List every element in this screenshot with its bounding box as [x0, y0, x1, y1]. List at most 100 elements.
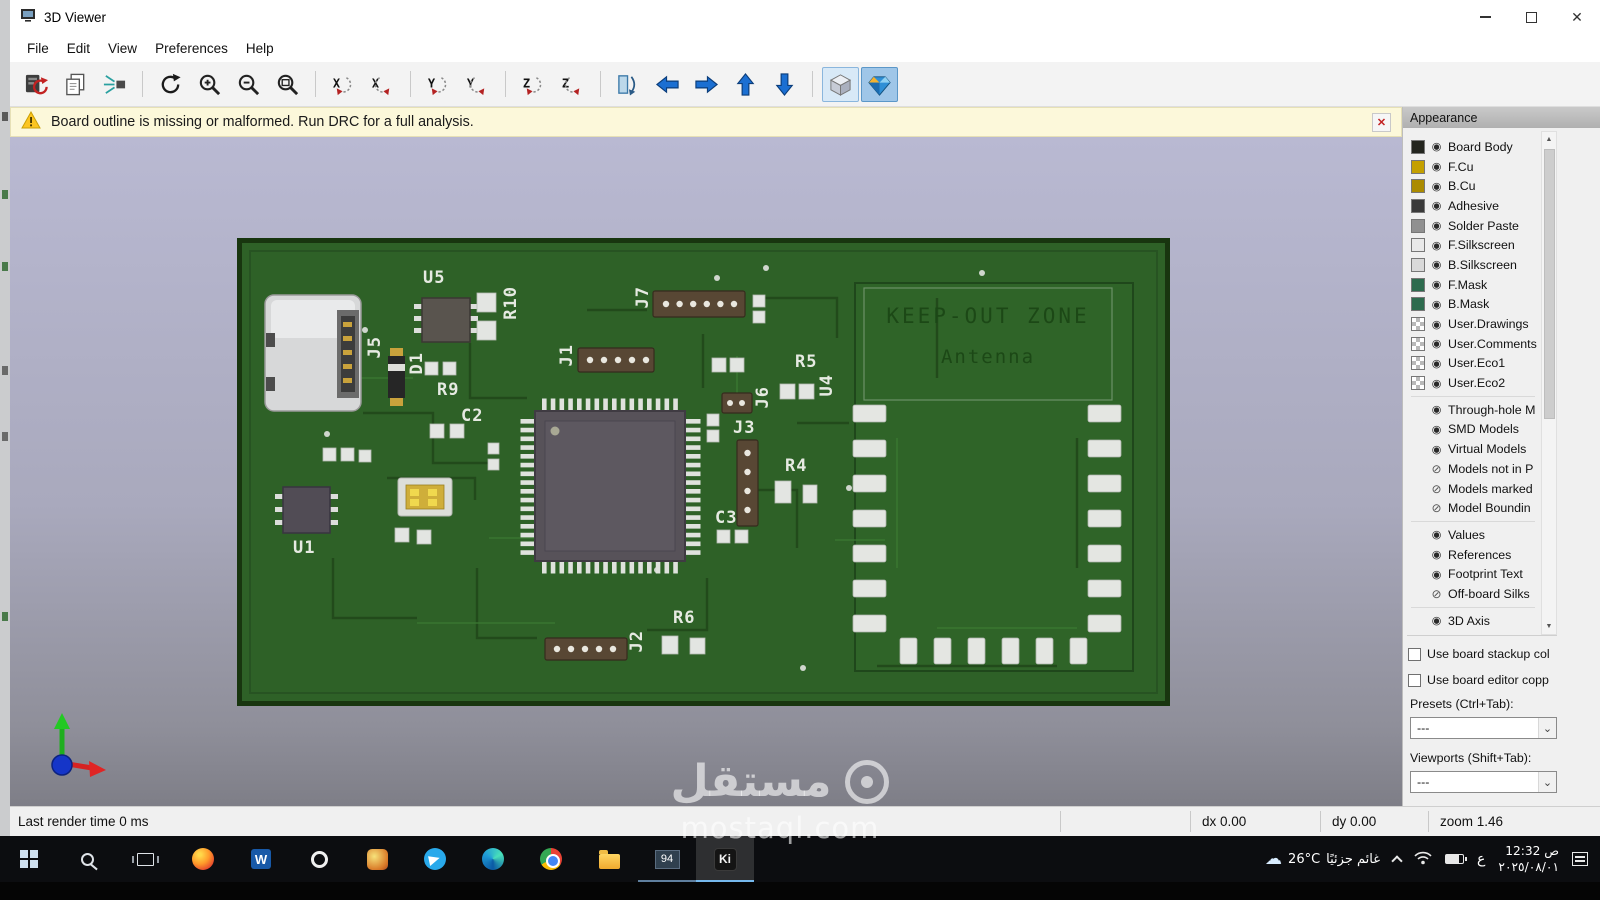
pan-down-button[interactable] — [766, 67, 803, 102]
appearance-row-f-mask[interactable]: ◉ F.Mask — [1405, 275, 1541, 295]
appearance-row-model-boundin[interactable]: ⊘ Model Boundin — [1405, 498, 1541, 518]
ring-app-button[interactable] — [290, 836, 348, 882]
layer-color-swatch[interactable] — [1411, 139, 1425, 154]
app-button[interactable] — [348, 836, 406, 882]
redraw-button[interactable] — [152, 67, 189, 102]
layer-color-swatch[interactable] — [1411, 238, 1425, 253]
layer-color-swatch[interactable] — [1411, 356, 1425, 371]
appearance-row-f-silkscreen[interactable]: ◉ F.Silkscreen — [1405, 235, 1541, 255]
close-button[interactable]: ✕ — [1554, 0, 1600, 34]
scroll-down-button[interactable]: ▼ — [1542, 619, 1556, 634]
pan-right-button[interactable] — [688, 67, 725, 102]
layer-color-swatch[interactable] — [1411, 179, 1425, 194]
reload-board-button[interactable] — [18, 67, 55, 102]
zoom-out-button[interactable] — [230, 67, 267, 102]
checkbox-icon[interactable] — [1408, 647, 1421, 661]
layer-color-swatch[interactable] — [1411, 317, 1425, 332]
appearance-row-models-not-in-p[interactable]: ⊘ Models not in P — [1405, 459, 1541, 479]
appearance-row-smd-models[interactable]: ◉ SMD Models — [1405, 420, 1541, 440]
action-center-icon[interactable] — [1572, 852, 1588, 866]
chrome-button[interactable] — [522, 836, 580, 882]
task-view-button[interactable] — [116, 836, 174, 882]
presets-select[interactable]: --- ⌄ — [1410, 717, 1557, 739]
layer-color-swatch[interactable] — [1411, 336, 1425, 351]
appearance-row-through-hole-m[interactable]: ◉ Through-hole M — [1405, 400, 1541, 420]
edge-button[interactable] — [464, 836, 522, 882]
minimize-button[interactable] — [1462, 0, 1508, 34]
rotate-x-counterclockwise-button[interactable]: X — [364, 67, 401, 102]
appearance-scrollbar[interactable]: ▲ ▼ — [1541, 131, 1557, 635]
appearance-row-solder-paste[interactable]: ◉ Solder Paste — [1405, 216, 1541, 236]
flip-board-button[interactable] — [610, 67, 647, 102]
rotate-y-clockwise-button[interactable]: Y — [420, 67, 457, 102]
zoom-to-fit-button[interactable] — [269, 67, 306, 102]
appearance-row-b-cu[interactable]: ◉ B.Cu — [1405, 176, 1541, 196]
layer-color-swatch[interactable] — [1411, 159, 1425, 174]
rotate-z-counterclockwise-button[interactable]: Z — [554, 67, 591, 102]
tray-chevron-up-icon[interactable] — [1391, 854, 1403, 867]
scrollbar-thumb[interactable] — [1543, 149, 1555, 419]
rotate-y-counterclockwise-button[interactable]: Y — [459, 67, 496, 102]
appearance-row-user-eco2[interactable]: ◉ User.Eco2 — [1405, 373, 1541, 393]
maximize-button[interactable] — [1508, 0, 1554, 34]
render-current-view-button[interactable] — [96, 67, 133, 102]
clock[interactable]: 12:32 ص ٢٠٢٥/٠٨/٠١ — [1498, 843, 1559, 876]
firefox-button[interactable] — [174, 836, 232, 882]
battery-icon[interactable] — [1445, 854, 1468, 864]
viewports-select[interactable]: --- ⌄ — [1410, 771, 1557, 793]
menu-help[interactable]: Help — [237, 37, 283, 60]
appearance-checkbox-1[interactable]: Use board editor copp — [1408, 667, 1560, 693]
warning-close-button[interactable]: ✕ — [1372, 112, 1391, 132]
language-indicator[interactable]: ع — [1477, 851, 1485, 867]
start-button[interactable] — [0, 836, 58, 882]
layer-color-swatch[interactable] — [1411, 277, 1425, 292]
appearance-row-b-silkscreen[interactable]: ◉ B.Silkscreen — [1405, 255, 1541, 275]
layer-color-swatch[interactable] — [1411, 218, 1425, 233]
pan-left-button[interactable] — [649, 67, 686, 102]
messaging-app-button[interactable] — [406, 836, 464, 882]
appearance-row-off-board-silks[interactable]: ⊘ Off-board Silks — [1405, 584, 1541, 604]
toolbar: XXYYZZ — [10, 62, 1600, 107]
menu-view[interactable]: View — [99, 37, 146, 60]
appearance-row-values[interactable]: ◉ Values — [1405, 525, 1541, 545]
appearance-panel-header[interactable]: Appearance — [1403, 107, 1600, 128]
rotate-z-clockwise-button[interactable]: Z — [515, 67, 552, 102]
menu-file[interactable]: File — [18, 37, 58, 60]
weather-widget[interactable]: ☁ 26°C غائم جزئيًا — [1265, 849, 1380, 869]
copy-image-button[interactable] — [57, 67, 94, 102]
scroll-up-button[interactable]: ▲ — [1542, 132, 1556, 147]
appearance-row-3d-axis[interactable]: ◉ 3D Axis — [1405, 611, 1541, 631]
kicad-button[interactable]: Ki — [696, 836, 754, 882]
appearance-row-virtual-models[interactable]: ◉ Virtual Models — [1405, 439, 1541, 459]
zoom-in-button[interactable] — [191, 67, 228, 102]
layer-color-swatch[interactable] — [1411, 257, 1425, 272]
checkbox-icon[interactable] — [1408, 673, 1421, 687]
word-button[interactable]: W — [232, 836, 290, 882]
appearance-row-user-drawings[interactable]: ◉ User.Drawings — [1405, 314, 1541, 334]
appearance-row-models-marked[interactable]: ⊘ Models marked — [1405, 479, 1541, 499]
pcb-ref-u5: U5 — [423, 268, 446, 288]
wifi-icon[interactable] — [1414, 850, 1432, 869]
3d-viewport[interactable]: KEEP-OUT ZONE Antenna U5 R10 J7 J1 J5 D1 R9 C2 R… — [10, 137, 1402, 806]
appearance-row-b-mask[interactable]: ◉ B.Mask — [1405, 295, 1541, 315]
layer-color-swatch[interactable] — [1411, 297, 1425, 312]
layer-color-swatch[interactable] — [1411, 376, 1425, 391]
rotate-x-clockwise-button[interactable]: X — [325, 67, 362, 102]
orthographic-projection-toggle[interactable] — [822, 66, 859, 102]
file-explorer-button[interactable] — [580, 836, 638, 882]
appearance-row-references[interactable]: ◉ References — [1405, 545, 1541, 565]
raytracing-toggle[interactable] — [861, 66, 898, 102]
appearance-checkbox-0[interactable]: Use board stackup col — [1408, 641, 1560, 667]
pan-up-button[interactable] — [727, 67, 764, 102]
appearance-row-board-body[interactable]: ◉ Board Body — [1405, 137, 1541, 157]
appearance-row-user-comments[interactable]: ◉ User.Comments — [1405, 334, 1541, 354]
appearance-row-f-cu[interactable]: ◉ F.Cu — [1405, 157, 1541, 177]
layer-color-swatch[interactable] — [1411, 198, 1425, 213]
appearance-row-footprint-text[interactable]: ◉ Footprint Text — [1405, 564, 1541, 584]
menu-edit[interactable]: Edit — [58, 37, 99, 60]
window-94-button[interactable]: 94 — [638, 836, 696, 882]
appearance-row-user-eco1[interactable]: ◉ User.Eco1 — [1405, 354, 1541, 374]
appearance-row-adhesive[interactable]: ◉ Adhesive — [1405, 196, 1541, 216]
menu-preferences[interactable]: Preferences — [146, 37, 237, 60]
search-button[interactable] — [58, 836, 116, 882]
